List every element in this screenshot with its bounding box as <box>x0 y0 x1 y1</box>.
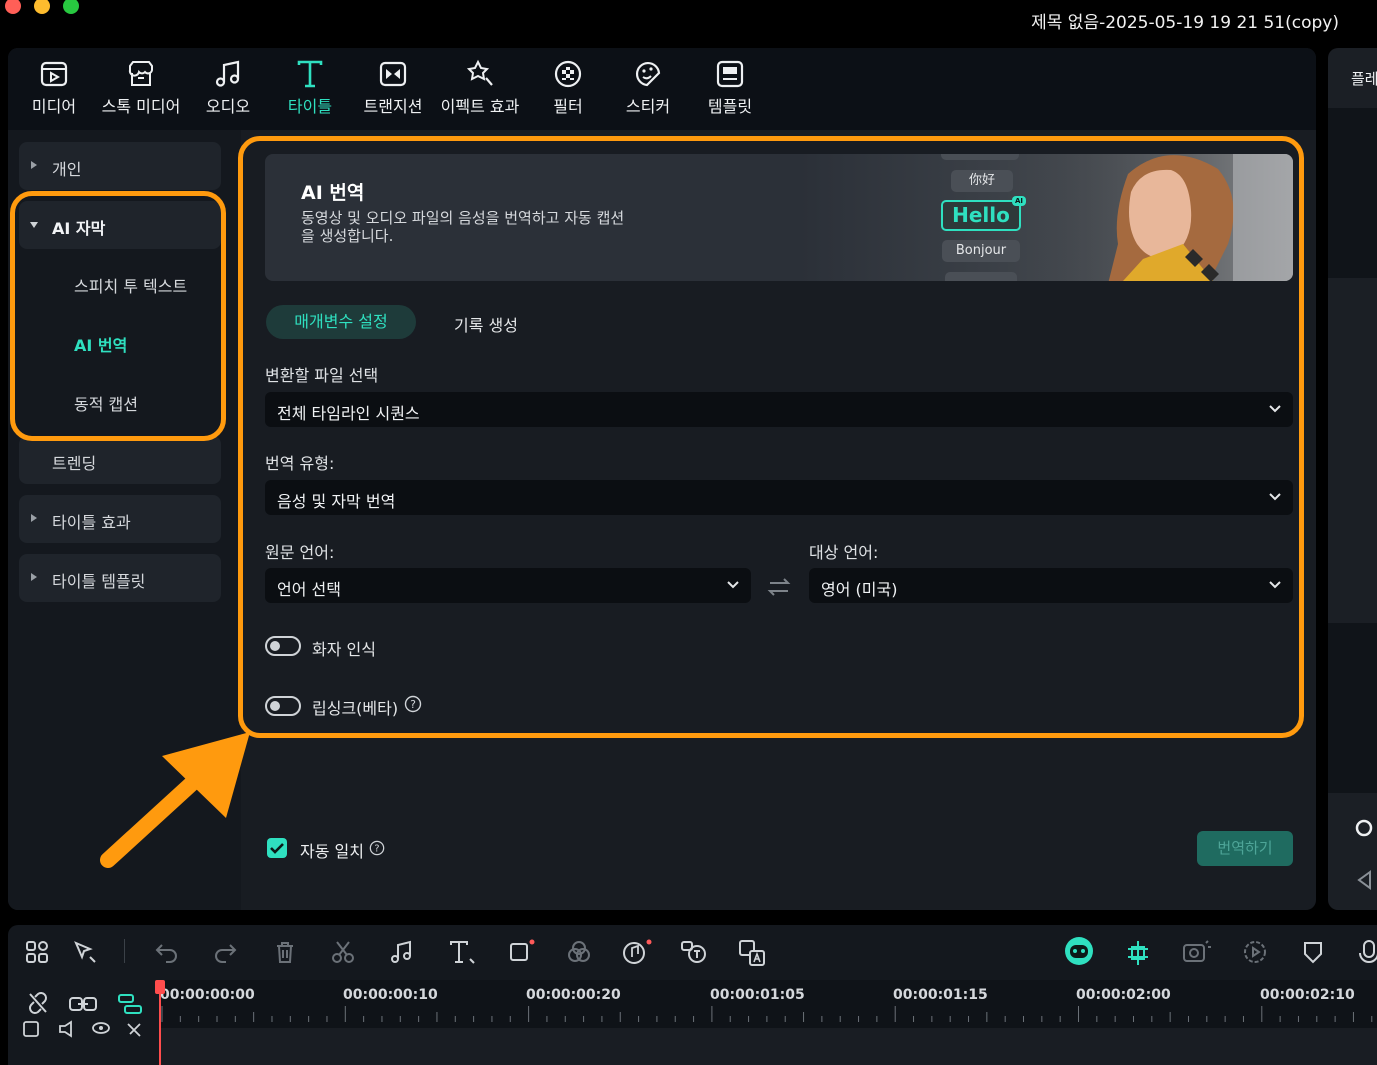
media-toolbar: 미디어 스톡 미디어 오디오 타이틀 트랜지션 이펙트 효과 필터 스티커 템플… <box>8 48 1316 130</box>
toolbar-filter[interactable]: 필터 <box>548 58 588 117</box>
delete-icon[interactable] <box>272 939 298 965</box>
ai-audio-icon[interactable] <box>622 939 652 967</box>
filter-icon <box>554 60 582 88</box>
layout-grid-icon[interactable] <box>24 939 50 965</box>
right-panel: 플레 <box>1328 48 1377 910</box>
toolbar-stock-media-label: 스톡 미디어 <box>101 97 181 116</box>
chevron-right-icon <box>31 514 37 522</box>
redo-icon[interactable] <box>212 939 238 965</box>
toolbar-filter-label: 필터 <box>553 97 583 116</box>
pointer-arrow-icon <box>100 732 250 868</box>
sidebar-item-trending[interactable]: 트렌딩 <box>19 436 221 484</box>
toolbar-media[interactable]: 미디어 <box>30 58 78 117</box>
timecode: 00:00:01:05 <box>710 987 805 1003</box>
chevron-right-icon <box>31 573 37 581</box>
media-icon <box>40 61 68 87</box>
help-icon[interactable]: ? <box>369 840 385 856</box>
video-effect-icon[interactable] <box>1182 939 1212 965</box>
close-window-button[interactable] <box>5 0 21 14</box>
shield-icon[interactable] <box>1300 939 1326 965</box>
unlink-icon[interactable] <box>26 990 50 1016</box>
toolbar-effects[interactable]: 이펙트 효과 <box>438 58 522 117</box>
sidebar-item-label: 트렌딩 <box>52 454 97 473</box>
right-panel-label: 플레 <box>1351 70 1377 88</box>
timeline-track[interactable] <box>160 1028 1377 1065</box>
maximize-window-button[interactable] <box>63 0 79 14</box>
sidebar-item-title-effects[interactable]: 타이틀 효과 <box>19 495 221 543</box>
stock-media-icon <box>128 61 153 86</box>
highlight-box-sidebar <box>10 191 226 441</box>
title-icon <box>297 60 323 88</box>
playback-icon[interactable] <box>1242 939 1268 965</box>
sidebar-item-title-templates[interactable]: 타이틀 템플릿 <box>19 554 221 602</box>
snap-icon[interactable] <box>1124 939 1152 967</box>
sidebar-item-label: 타이틀 효과 <box>52 513 131 532</box>
toolbar-sticker-label: 스티커 <box>625 97 671 116</box>
toolbar-title-label: 타이틀 <box>287 97 333 116</box>
track-controls-icons <box>23 1020 141 1038</box>
crop-tool-icon[interactable] <box>508 939 536 965</box>
slider-knob-icon[interactable] <box>1354 818 1374 838</box>
toolbar-stock-media[interactable]: 스톡 미디어 <box>100 58 182 117</box>
ai-assistant-icon[interactable] <box>1064 936 1094 966</box>
svg-text:?: ? <box>374 844 379 855</box>
chevron-right-icon <box>31 161 37 169</box>
timecode: 00:00:00:20 <box>526 987 621 1003</box>
undo-icon[interactable] <box>154 939 180 965</box>
effects-icon <box>466 59 493 86</box>
preview-area-lower <box>1328 623 1377 793</box>
toolbar-effects-label: 이펙트 효과 <box>440 97 520 116</box>
timecode: 00:00:01:15 <box>893 987 988 1003</box>
playhead-handle[interactable] <box>155 980 165 994</box>
transition-icon <box>379 61 407 87</box>
timeline-toolbar <box>8 925 1377 980</box>
toolbar-template[interactable]: 템플릿 <box>706 58 754 117</box>
document-title: 제목 없음-2025-05-19 19 21 51(copy) <box>1031 13 1339 33</box>
track-manager-icon[interactable] <box>116 992 144 1016</box>
sidebar-item-label: 타이틀 템플릿 <box>52 572 146 591</box>
toolbar-template-label: 템플릿 <box>707 97 753 116</box>
template-icon <box>716 60 744 88</box>
timecode: 00:00:02:10 <box>1260 987 1355 1003</box>
divider <box>124 939 125 963</box>
sticker-icon <box>635 61 661 87</box>
highlight-box-panel <box>238 136 1304 738</box>
timecode: 00:00:02:00 <box>1076 987 1171 1003</box>
auto-match-checkbox[interactable] <box>267 838 287 858</box>
toolbar-audio[interactable]: 오디오 <box>204 58 252 117</box>
toolbar-sticker[interactable]: 스티커 <box>624 58 672 117</box>
timecode: 00:00:00:10 <box>343 987 438 1003</box>
playhead[interactable] <box>159 982 161 1065</box>
minimize-window-button[interactable] <box>34 0 50 14</box>
color-icon[interactable] <box>566 939 592 965</box>
sidebar-item-personal[interactable]: 개인 <box>19 142 221 190</box>
preview-area <box>1328 108 1377 278</box>
audio-edit-icon[interactable] <box>388 939 416 965</box>
checkmark-icon <box>270 843 284 854</box>
toolbar-title[interactable]: 타이틀 <box>286 58 334 117</box>
speech-to-text-icon[interactable] <box>680 939 708 965</box>
translate-button[interactable]: 번역하기 <box>1197 831 1293 866</box>
audio-icon <box>215 60 240 87</box>
translate-icon[interactable] <box>738 939 768 967</box>
select-tool-icon[interactable] <box>72 939 98 965</box>
timecode: 00:00:00:00 <box>160 987 255 1003</box>
cut-icon[interactable] <box>330 939 356 965</box>
microphone-icon[interactable] <box>1358 939 1377 965</box>
title-bar: 제목 없음-2025-05-19 19 21 51(copy) <box>0 0 1377 40</box>
toolbar-media-label: 미디어 <box>31 97 77 116</box>
toolbar-audio-label: 오디오 <box>205 97 251 116</box>
play-back-icon[interactable] <box>1356 870 1374 890</box>
toolbar-transition-label: 트랜지션 <box>363 97 423 116</box>
text-tool-icon[interactable] <box>448 939 476 965</box>
sidebar-item-label: 개인 <box>52 160 82 179</box>
auto-match-label: 자동 일치 <box>300 842 364 861</box>
link-clips-icon[interactable] <box>68 992 98 1016</box>
toolbar-transition[interactable]: 트랜지션 <box>360 58 426 117</box>
